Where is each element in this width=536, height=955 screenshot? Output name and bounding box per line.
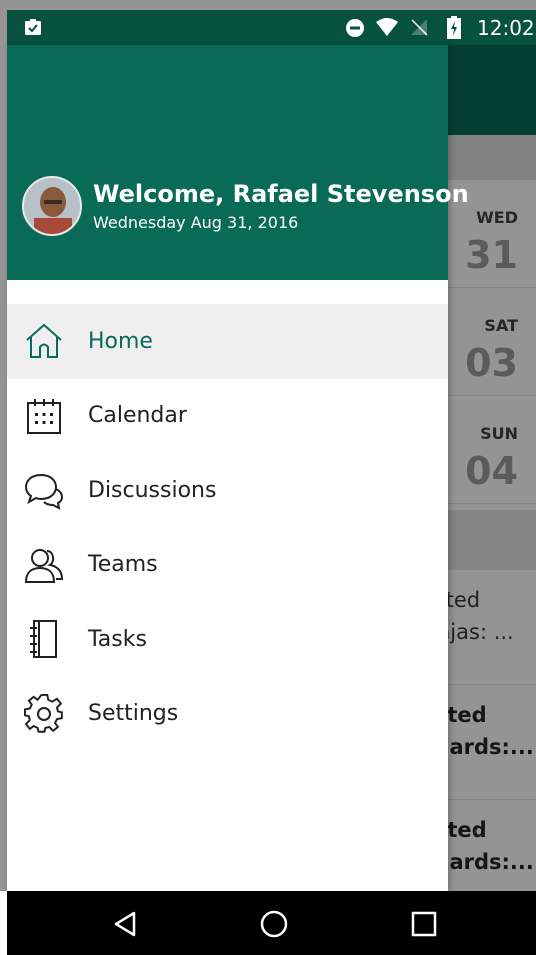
gear-icon <box>24 693 63 733</box>
battery-icon <box>447 16 461 39</box>
drawer-menu: Home Calendar Discussions Teams Tasks Se… <box>7 304 448 751</box>
calendar-icon <box>27 398 61 434</box>
status-bar: 12:02 <box>7 10 536 45</box>
home-icon <box>26 323 62 359</box>
system-navigation-bar <box>7 891 536 955</box>
teams-icon <box>24 548 64 583</box>
drawer-item-label: Home <box>88 328 153 354</box>
back-icon[interactable] <box>110 909 140 939</box>
drawer-item-label: Calendar <box>88 403 187 429</box>
do-not-disturb-icon <box>346 19 364 37</box>
avatar[interactable] <box>22 176 82 236</box>
wifi-icon <box>376 18 398 36</box>
tasks-icon <box>30 620 57 659</box>
drawer-item-calendar[interactable]: Calendar <box>7 379 448 454</box>
recents-icon[interactable] <box>409 909 439 939</box>
home-circle-icon[interactable] <box>259 909 289 939</box>
signal-icon <box>411 19 428 36</box>
header-date: Wednesday Aug 31, 2016 <box>93 213 299 232</box>
drawer-header: Welcome, Rafael Stevenson Wednesday Aug … <box>7 45 469 280</box>
drawer-item-discussions[interactable]: Discussions <box>7 453 448 528</box>
welcome-text: Welcome, Rafael Stevenson <box>93 180 469 208</box>
drawer-item-label: Teams <box>88 552 158 578</box>
drawer-item-label: Tasks <box>88 626 147 652</box>
drawer-item-teams[interactable]: Teams <box>7 528 448 603</box>
drawer-item-tasks[interactable]: Tasks <box>7 602 448 677</box>
drawer-item-home[interactable]: Home <box>7 304 448 379</box>
status-time: 12:02 <box>477 16 535 40</box>
avatar-photo <box>24 178 80 234</box>
app-screen: WED 31 SAT 03 SUN 04 rted njas: ... rted… <box>0 0 536 955</box>
discussions-icon <box>24 474 64 511</box>
drawer-item-label: Discussions <box>88 477 217 503</box>
clipboard-check-icon <box>25 19 41 35</box>
drawer-item-settings[interactable]: Settings <box>7 677 448 752</box>
navigation-drawer: Welcome, Rafael Stevenson Wednesday Aug … <box>7 45 469 891</box>
drawer-item-label: Settings <box>88 701 179 727</box>
